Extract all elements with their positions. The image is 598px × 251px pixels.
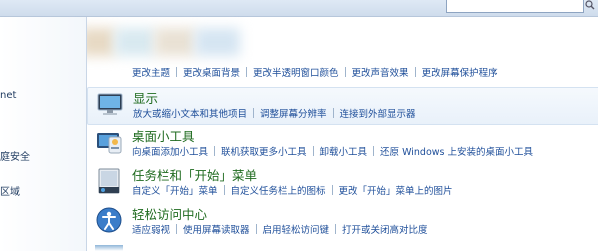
search-input[interactable] — [446, 0, 584, 13]
link-restore-gadgets[interactable]: 还原 Windows 上安装的桌面小工具 — [380, 144, 533, 158]
category-title-desktop-gadgets[interactable]: 桌面小工具 — [132, 126, 195, 145]
link-change-desktop-background[interactable]: 更改桌面背景 — [183, 65, 240, 79]
gadgets-icon — [97, 133, 122, 154]
link-change-theme[interactable]: 更改主题 — [132, 65, 170, 79]
link-customize-start-menu[interactable]: 自定义「开始」菜单 — [132, 183, 218, 197]
next-category-partial — [95, 245, 123, 251]
category-ease-of-access[interactable]: 轻松访问中心 适应弱视 使用屏幕读取器 启用轻松访问键 打开或关闭高对比度 — [87, 204, 598, 240]
control-panel-content: 更改主题 更改桌面背景 更改半透明窗口颜色 更改声音效果 更改屏幕保护程序 显示… — [87, 17, 598, 251]
monitor-icon — [97, 93, 123, 115]
sidebar-item-family-safety[interactable]: 庭安全 — [0, 148, 30, 163]
taskbar-icon — [98, 168, 120, 194]
link-change-sound-effects[interactable]: 更改声音效果 — [352, 65, 409, 79]
sidebar: net 庭安全 区域 — [0, 17, 87, 251]
link-customize-taskbar-icons[interactable]: 自定义任务栏上的图标 — [231, 183, 326, 197]
link-high-contrast[interactable]: 打开或关闭高对比度 — [342, 222, 428, 236]
category-display[interactable]: 显示 放大或缩小文本和其他项目 调整屏幕分辨率 连接到外部显示器 — [87, 87, 598, 125]
link-add-gadgets[interactable]: 向桌面添加小工具 — [132, 144, 208, 158]
search-icon[interactable] — [585, 0, 595, 10]
link-change-start-picture[interactable]: 更改「开始」菜单上的图片 — [339, 183, 453, 197]
category-taskbar-start[interactable]: 任务栏和「开始」菜单 自定义「开始」菜单 自定义任务栏上的图标 更改「开始」菜单… — [87, 165, 598, 201]
category-desktop-gadgets[interactable]: 桌面小工具 向桌面添加小工具 联机获取更多小工具 卸载小工具 还原 Window… — [87, 126, 598, 162]
link-optimize-low-vision[interactable]: 适应弱视 — [132, 222, 170, 236]
link-change-window-color[interactable]: 更改半透明窗口颜色 — [253, 65, 339, 79]
display-links: 放大或缩小文本和其他项目 调整屏幕分辨率 连接到外部显示器 — [133, 106, 416, 120]
link-uninstall-gadget[interactable]: 卸载小工具 — [320, 144, 368, 158]
link-use-screen-reader[interactable]: 使用屏幕读取器 — [183, 222, 250, 236]
sidebar-item-region[interactable]: 区域 — [0, 183, 20, 198]
personalization-links-row: 更改主题 更改桌面背景 更改半透明窗口颜色 更改声音效果 更改屏幕保护程序 — [132, 65, 498, 79]
category-title-ease-of-access[interactable]: 轻松访问中心 — [132, 204, 207, 223]
link-external-display[interactable]: 连接到外部显示器 — [340, 106, 416, 120]
window-top-bar — [0, 0, 598, 17]
taskbar-links: 自定义「开始」菜单 自定义任务栏上的图标 更改「开始」菜单上的图片 — [132, 183, 453, 197]
link-turn-on-easy-access-keys[interactable]: 启用轻松访问键 — [263, 222, 330, 236]
link-scale-text[interactable]: 放大或缩小文本和其他项目 — [133, 106, 247, 120]
link-change-screensaver[interactable]: 更改屏幕保护程序 — [422, 65, 498, 79]
sidebar-item-network[interactable]: net — [0, 90, 16, 101]
category-title-taskbar-start[interactable]: 任务栏和「开始」菜单 — [132, 165, 257, 184]
ease-of-access-links: 适应弱视 使用屏幕读取器 启用轻松访问键 打开或关闭高对比度 — [132, 222, 428, 236]
ease-of-access-icon — [96, 207, 122, 233]
link-screen-resolution[interactable]: 调整屏幕分辨率 — [260, 106, 327, 120]
gadgets-links: 向桌面添加小工具 联机获取更多小工具 卸载小工具 还原 Windows 上安装的… — [132, 144, 533, 158]
link-get-more-gadgets[interactable]: 联机获取更多小工具 — [221, 144, 307, 158]
category-title-display[interactable]: 显示 — [133, 88, 158, 107]
